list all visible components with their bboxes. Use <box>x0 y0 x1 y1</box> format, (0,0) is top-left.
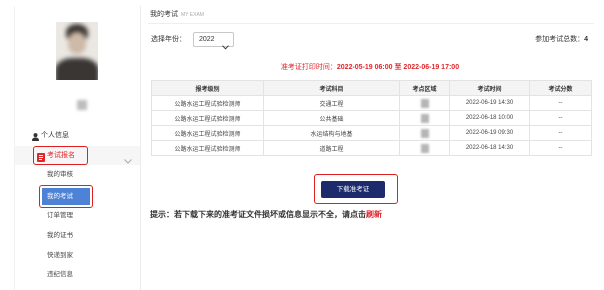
cell-subject: 道路工程 <box>263 140 400 156</box>
column-header: 考试分数 <box>529 80 592 96</box>
cell-subject: 交通工程 <box>263 95 400 111</box>
divider <box>148 23 594 24</box>
cell-site <box>399 110 450 126</box>
year-filter-label: 选择年份： <box>151 36 186 43</box>
sidebar-subitem-violation-info[interactable]: 违纪信息 <box>15 266 140 284</box>
chevron-down-icon <box>222 37 229 50</box>
avatar-image-blurred <box>56 22 98 80</box>
avatar <box>56 22 98 80</box>
admission-ticket-print-time: 准考证打印时间：2022-05-19 06:00 至 2022-06-19 17… <box>150 62 590 74</box>
sidebar-subitem-label: 订单管理 <box>47 212 73 219</box>
column-header: 考点区域 <box>399 80 450 96</box>
download-admission-ticket-button[interactable]: 下载准考证 <box>321 181 385 198</box>
sidebar-item-exam-signup[interactable]: 考试报名 <box>15 146 140 165</box>
table-row: 公路水运工程试验检测师 交通工程 2022-06-19 14:30 -- <box>151 95 592 111</box>
tip-text: 提示：若下载下来的准考证文件损坏或信息显示不全，请点击 <box>150 210 366 219</box>
refresh-tip: 提示：若下载下来的准考证文件损坏或信息显示不全，请点击刷新 <box>150 209 382 221</box>
chevron-down-icon[interactable] <box>124 153 132 164</box>
sidebar-item-label: 考试报名 <box>47 152 75 159</box>
cell-level: 公路水运工程试验检测师 <box>151 95 264 111</box>
cell-score: -- <box>529 140 592 156</box>
exam-document-icon <box>37 151 45 162</box>
sidebar-item-personal-info[interactable]: 个人信息 <box>15 128 140 144</box>
cell-site <box>399 95 450 111</box>
column-header: 考试时间 <box>449 80 530 96</box>
cell-time: 2022-06-18 14:30 <box>449 140 530 156</box>
table-row: 公路水运工程试验检测师 水运结构与地基 2022-06-19 09:30 -- <box>151 125 592 141</box>
redacted-region <box>77 100 87 110</box>
sidebar-item-label: 个人信息 <box>41 132 69 139</box>
cell-level: 公路水运工程试验检测师 <box>151 110 264 126</box>
redacted-region <box>420 113 429 123</box>
sidebar-subitem-my-certificates[interactable]: 我的证书 <box>15 227 140 245</box>
column-header: 报考级别 <box>151 80 264 96</box>
cell-site <box>399 125 450 141</box>
sidebar: 个人信息 考试报名 我的审核 我的考试 订单管理 我的证书 快递到家 违纪信息 <box>14 6 141 290</box>
cell-score: -- <box>529 125 592 141</box>
cell-site <box>399 140 450 156</box>
redacted-region <box>420 98 429 108</box>
sidebar-subitem-label: 我的审核 <box>47 171 73 178</box>
sidebar-subitem-my-review[interactable]: 我的审核 <box>15 166 140 184</box>
page-title-text: 我的考试 <box>150 11 178 18</box>
sidebar-subitem-my-exam[interactable]: 我的考试 <box>42 188 90 205</box>
redacted-region <box>420 143 429 153</box>
print-time-range: 2022-05-19 06:00 至 2022-06-19 17:00 <box>336 64 460 71</box>
exam-total-label: 参加考试总数： <box>535 36 585 43</box>
print-time-label: 准考证打印时间： <box>280 64 337 71</box>
exam-total-value: 4 <box>584 36 588 43</box>
table-row: 公路水运工程试验检测师 道路工程 2022-06-18 14:30 -- <box>151 140 592 156</box>
cell-subject: 公共基础 <box>263 110 400 126</box>
year-select[interactable]: 2022 <box>193 32 234 50</box>
exam-total-count: 参加考试总数：4 <box>470 33 588 47</box>
cell-level: 公路水运工程试验检测师 <box>151 125 264 141</box>
redacted-region <box>420 128 429 138</box>
cell-score: -- <box>529 110 592 126</box>
cell-time: 2022-06-18 10:00 <box>449 110 530 126</box>
cell-time: 2022-06-19 09:30 <box>449 125 530 141</box>
cell-level: 公路水运工程试验检测师 <box>151 140 264 156</box>
user-icon <box>32 132 39 141</box>
table-row: 公路水运工程试验检测师 公共基础 2022-06-18 10:00 -- <box>151 110 592 126</box>
year-select-value: 2022 <box>199 36 215 43</box>
page-title: 我的考试 MY EXAM <box>150 9 204 21</box>
sidebar-subitem-express-delivery[interactable]: 快递到家 <box>15 247 140 265</box>
cell-subject: 水运结构与地基 <box>263 125 400 141</box>
table-header-row: 报考级别 考试科目 考点区域 考试时间 考试分数 <box>151 80 592 96</box>
sidebar-subitem-label: 违纪信息 <box>47 271 73 278</box>
refresh-link[interactable]: 刷新 <box>366 210 382 219</box>
cell-time: 2022-06-19 14:30 <box>449 95 530 111</box>
cell-score: -- <box>529 95 592 111</box>
sidebar-subitem-order-management[interactable]: 订单管理 <box>15 207 140 225</box>
column-header: 考试科目 <box>263 80 400 96</box>
exam-table: 报考级别 考试科目 考点区域 考试时间 考试分数 公路水运工程试验检测师 交通工… <box>151 80 592 156</box>
page-title-en: MY EXAM <box>181 12 204 18</box>
sidebar-subitem-label: 我的证书 <box>47 232 73 239</box>
sidebar-subitem-label: 快递到家 <box>47 252 73 259</box>
